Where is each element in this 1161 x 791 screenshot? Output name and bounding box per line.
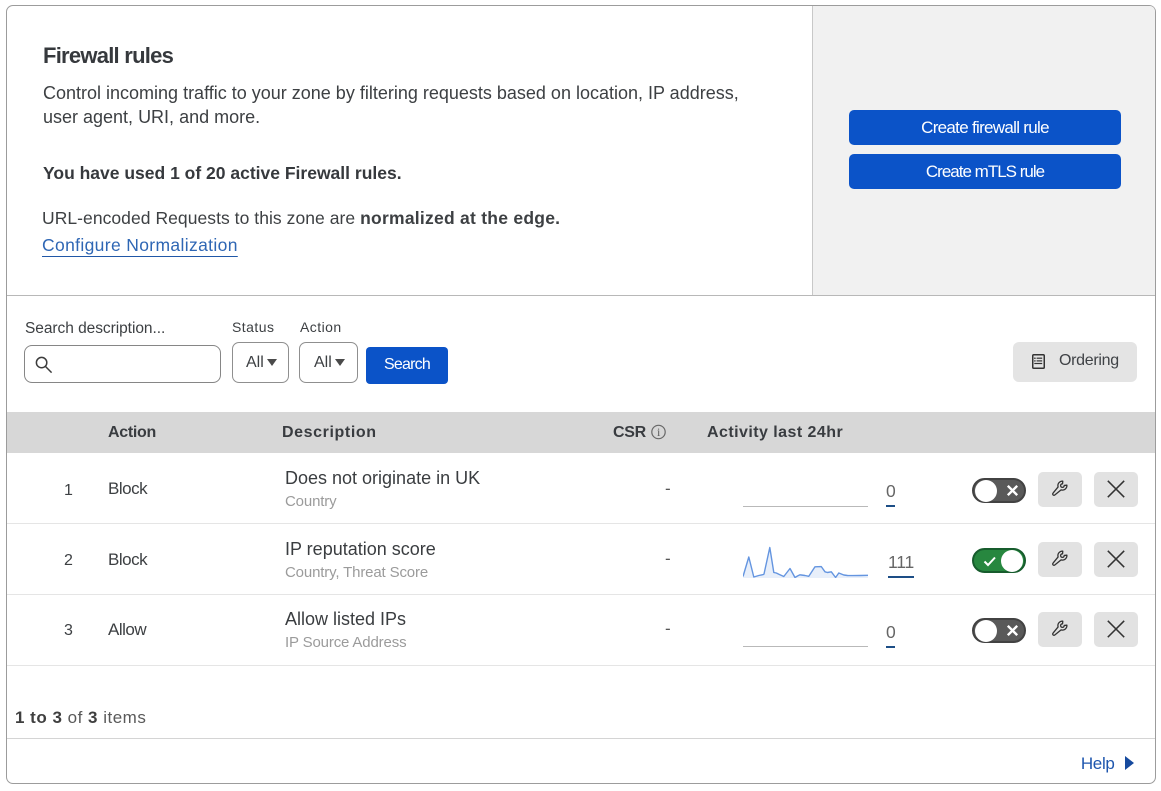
- svg-text:i: i: [657, 425, 661, 439]
